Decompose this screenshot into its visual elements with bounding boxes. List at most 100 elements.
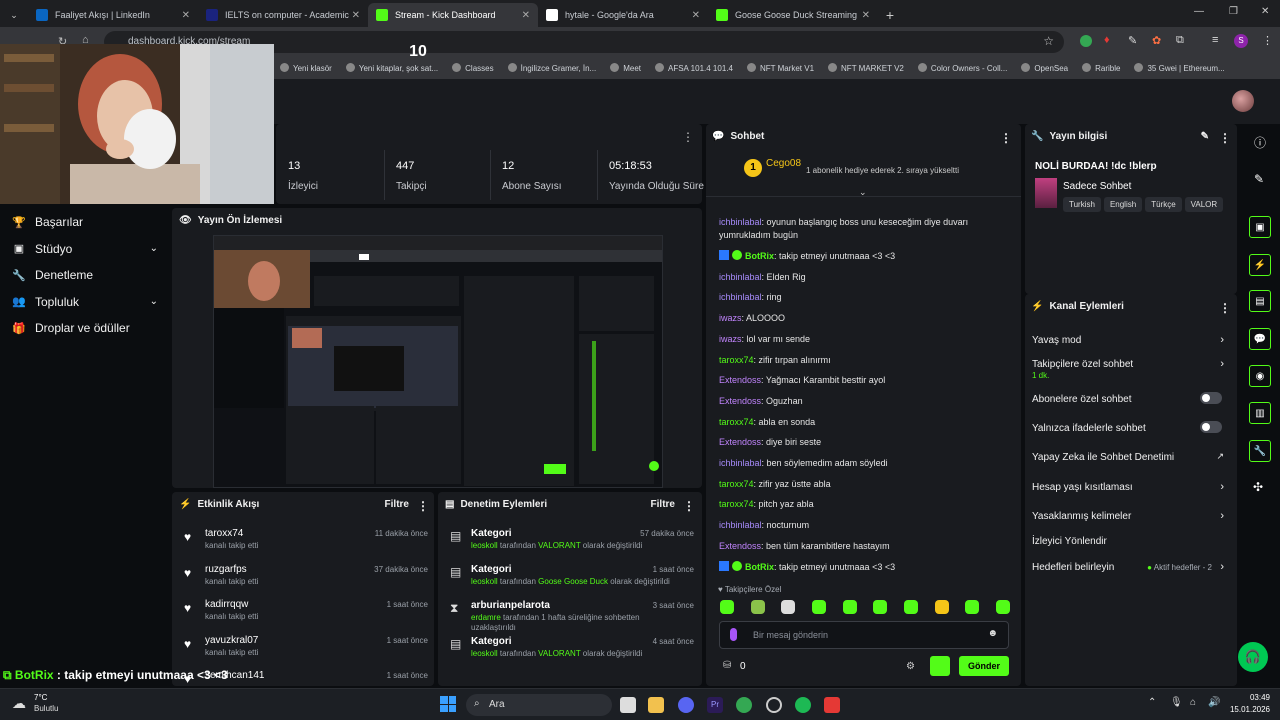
chat-username[interactable]: Extendoss bbox=[719, 541, 761, 551]
close-tab-icon[interactable]: ✕ bbox=[692, 10, 700, 21]
stream-info-menu-icon[interactable]: ⋮ bbox=[1219, 131, 1231, 145]
stream-tag[interactable]: VALOR bbox=[1184, 197, 1224, 212]
channel-action-item[interactable]: Yavaş mod › bbox=[1032, 334, 1230, 346]
maximize-icon[interactable]: ❐ bbox=[1229, 6, 1238, 17]
windows-start-icon[interactable] bbox=[440, 696, 456, 712]
chat-username[interactable]: iwazs bbox=[719, 313, 742, 323]
chevron-right-icon[interactable]: › bbox=[1220, 561, 1224, 573]
chat-username[interactable]: taroxx74 bbox=[719, 417, 754, 427]
support-icon[interactable]: 🎧 bbox=[1238, 642, 1268, 672]
bookmark-item[interactable]: İngilizce Gramer, İn... bbox=[508, 63, 597, 73]
emote-icon[interactable] bbox=[903, 600, 918, 614]
discord-icon[interactable] bbox=[678, 697, 694, 713]
sidebar-item[interactable]: 🔧 Denetleme bbox=[0, 262, 172, 289]
clock-date[interactable]: 15.01.2026 bbox=[1222, 705, 1270, 714]
activity-item[interactable]: ♥ yavuzkral07 kanalı takip etti 1 saat önce bbox=[184, 635, 428, 671]
stats-menu-icon[interactable]: ⋮ bbox=[682, 130, 694, 144]
menu-dots-icon[interactable]: ⋮ bbox=[1262, 34, 1273, 47]
broadcast-icon[interactable]: ◉ bbox=[1249, 365, 1271, 387]
emote-icon[interactable] bbox=[995, 600, 1010, 614]
chat-username[interactable]: BotRix bbox=[745, 562, 774, 572]
moderation-item[interactable]: ⧗ arburianpelarota erdamre tarafından 1 ha… bbox=[450, 600, 694, 636]
moderation-item[interactable]: ▤ Kategori leoskoll tarafından VALORANT ol… bbox=[450, 528, 694, 564]
media-icon[interactable]: ≡ bbox=[1212, 34, 1218, 46]
document-icon[interactable]: ▤ bbox=[1249, 290, 1271, 312]
stream-tag[interactable]: English bbox=[1103, 197, 1143, 212]
app-icon[interactable] bbox=[824, 697, 840, 713]
chevron-right-icon[interactable]: › bbox=[1220, 510, 1224, 522]
bookmark-item[interactable]: Yeni klasör bbox=[280, 63, 332, 73]
file-explorer-icon[interactable] bbox=[648, 697, 664, 713]
emote-icon[interactable] bbox=[965, 600, 980, 614]
sidebar-item[interactable]: ▣ Stüdyo ⌄ bbox=[0, 236, 172, 263]
chevron-right-icon[interactable]: › bbox=[1220, 334, 1224, 346]
apps-icon[interactable]: ✣ bbox=[1253, 480, 1263, 494]
chevron-right-icon[interactable]: › bbox=[1220, 358, 1224, 370]
expand-icon[interactable]: ⌄ bbox=[859, 187, 867, 198]
sidebar-item[interactable]: 👥 Topluluk ⌄ bbox=[0, 289, 172, 316]
profile-avatar[interactable]: S bbox=[1234, 34, 1248, 48]
extension-icon[interactable]: ♦ bbox=[1104, 34, 1110, 46]
bookmark-item[interactable]: 35 Gwei | Ethereum... bbox=[1134, 63, 1224, 73]
puzzle-icon[interactable]: ⧉ bbox=[1176, 34, 1184, 47]
chat-username[interactable]: ichbinlabal bbox=[719, 458, 762, 468]
steam-icon[interactable] bbox=[766, 697, 782, 713]
microphone-icon[interactable]: 🎙 bbox=[1170, 697, 1183, 708]
send-button[interactable]: Gönder bbox=[959, 656, 1009, 676]
activity-item[interactable]: ♥ taroxx74 kanalı takip etti 11 dakika önce bbox=[184, 528, 428, 564]
chat-username[interactable]: Extendoss bbox=[719, 437, 761, 447]
storage-icon[interactable]: ▥ bbox=[1249, 402, 1271, 424]
tray-arrow-icon[interactable]: ⌃ bbox=[1148, 697, 1156, 708]
clock-time[interactable]: 03:49 bbox=[1222, 693, 1270, 702]
emote-icon[interactable] bbox=[842, 600, 857, 614]
sidebar-item[interactable]: 🎁 Droplar ve ödüller bbox=[0, 315, 172, 342]
pencil-icon[interactable]: ✎ bbox=[1254, 172, 1264, 186]
stream-preview-video[interactable] bbox=[213, 235, 663, 488]
chevron-down-icon[interactable]: ⌄ bbox=[150, 243, 158, 254]
extension-icon[interactable]: ✿ bbox=[1152, 34, 1161, 47]
bookmark-item[interactable]: Meet bbox=[610, 63, 641, 73]
moderation-item[interactable]: ▤ Kategori leoskoll tarafından Goose Goose… bbox=[450, 564, 694, 600]
emote-icon[interactable] bbox=[781, 600, 796, 614]
activity-menu-icon[interactable]: ⋮ bbox=[417, 499, 429, 513]
bookmark-item[interactable]: NFT Market V1 bbox=[747, 63, 814, 73]
bookmark-item[interactable]: Color Owners - Coll... bbox=[918, 63, 1007, 73]
minimize-icon[interactable]: — bbox=[1194, 6, 1204, 17]
screen-icon[interactable]: ▣ bbox=[1249, 216, 1271, 238]
channel-action-item[interactable]: Yasaklanmış kelimeler › bbox=[1032, 510, 1230, 522]
channel-actions-menu-icon[interactable]: ⋮ bbox=[1219, 301, 1231, 315]
bookmark-item[interactable]: AFSA 101.4 101.4 bbox=[655, 63, 733, 73]
moderation-filter-button[interactable]: Filtre bbox=[651, 499, 675, 510]
chevron-down-icon[interactable]: ⌄ bbox=[150, 296, 158, 307]
activity-item[interactable]: ♥ kadirrqqw kanalı takip etti 1 saat önce bbox=[184, 599, 428, 635]
chat-username[interactable]: taroxx74 bbox=[719, 479, 754, 489]
toggle-switch[interactable] bbox=[1200, 392, 1222, 404]
tab-list-icon[interactable]: ⌄ bbox=[0, 3, 28, 27]
info-icon[interactable]: ⓘ bbox=[1254, 134, 1266, 151]
browser-tab[interactable]: Goose Goose Duck Streaming ✕ bbox=[708, 3, 878, 27]
volume-icon[interactable]: 🔊 bbox=[1208, 697, 1220, 708]
chat-username[interactable]: iwazs bbox=[719, 334, 742, 344]
stream-tag[interactable]: Türkçe bbox=[1145, 197, 1182, 212]
emote-icon[interactable] bbox=[873, 600, 888, 614]
stream-tag[interactable]: Turkish bbox=[1063, 197, 1101, 212]
chat-username[interactable]: Extendoss bbox=[719, 396, 761, 406]
close-tab-icon[interactable]: ✕ bbox=[182, 10, 190, 21]
browser-tab[interactable]: Faaliyet Akışı | LinkedIn ✕ bbox=[28, 3, 198, 27]
moderation-menu-icon[interactable]: ⋮ bbox=[683, 499, 695, 513]
chat-username[interactable]: ichbinlabal bbox=[719, 217, 762, 227]
chat-username[interactable]: BotRix bbox=[745, 251, 774, 261]
external-link-icon[interactable]: ↗ bbox=[1216, 451, 1224, 462]
chevron-right-icon[interactable]: › bbox=[1220, 481, 1224, 493]
emote-icon[interactable] bbox=[811, 600, 826, 614]
wrench-icon[interactable]: 🔧 bbox=[1249, 440, 1271, 462]
weather-icon[interactable]: ☁ bbox=[12, 695, 26, 712]
task-view-icon[interactable] bbox=[620, 697, 636, 713]
chat-username[interactable]: taroxx74 bbox=[719, 499, 754, 509]
extension-icon[interactable]: ✎ bbox=[1128, 34, 1137, 47]
chat-username[interactable]: ichbinlabal bbox=[719, 272, 762, 282]
edit-icon[interactable]: ✎ bbox=[1201, 131, 1209, 142]
lightning-icon[interactable]: ⚡ bbox=[1249, 254, 1271, 276]
chrome-icon[interactable] bbox=[736, 697, 752, 713]
bookmark-item[interactable]: OpenSea bbox=[1021, 63, 1068, 73]
